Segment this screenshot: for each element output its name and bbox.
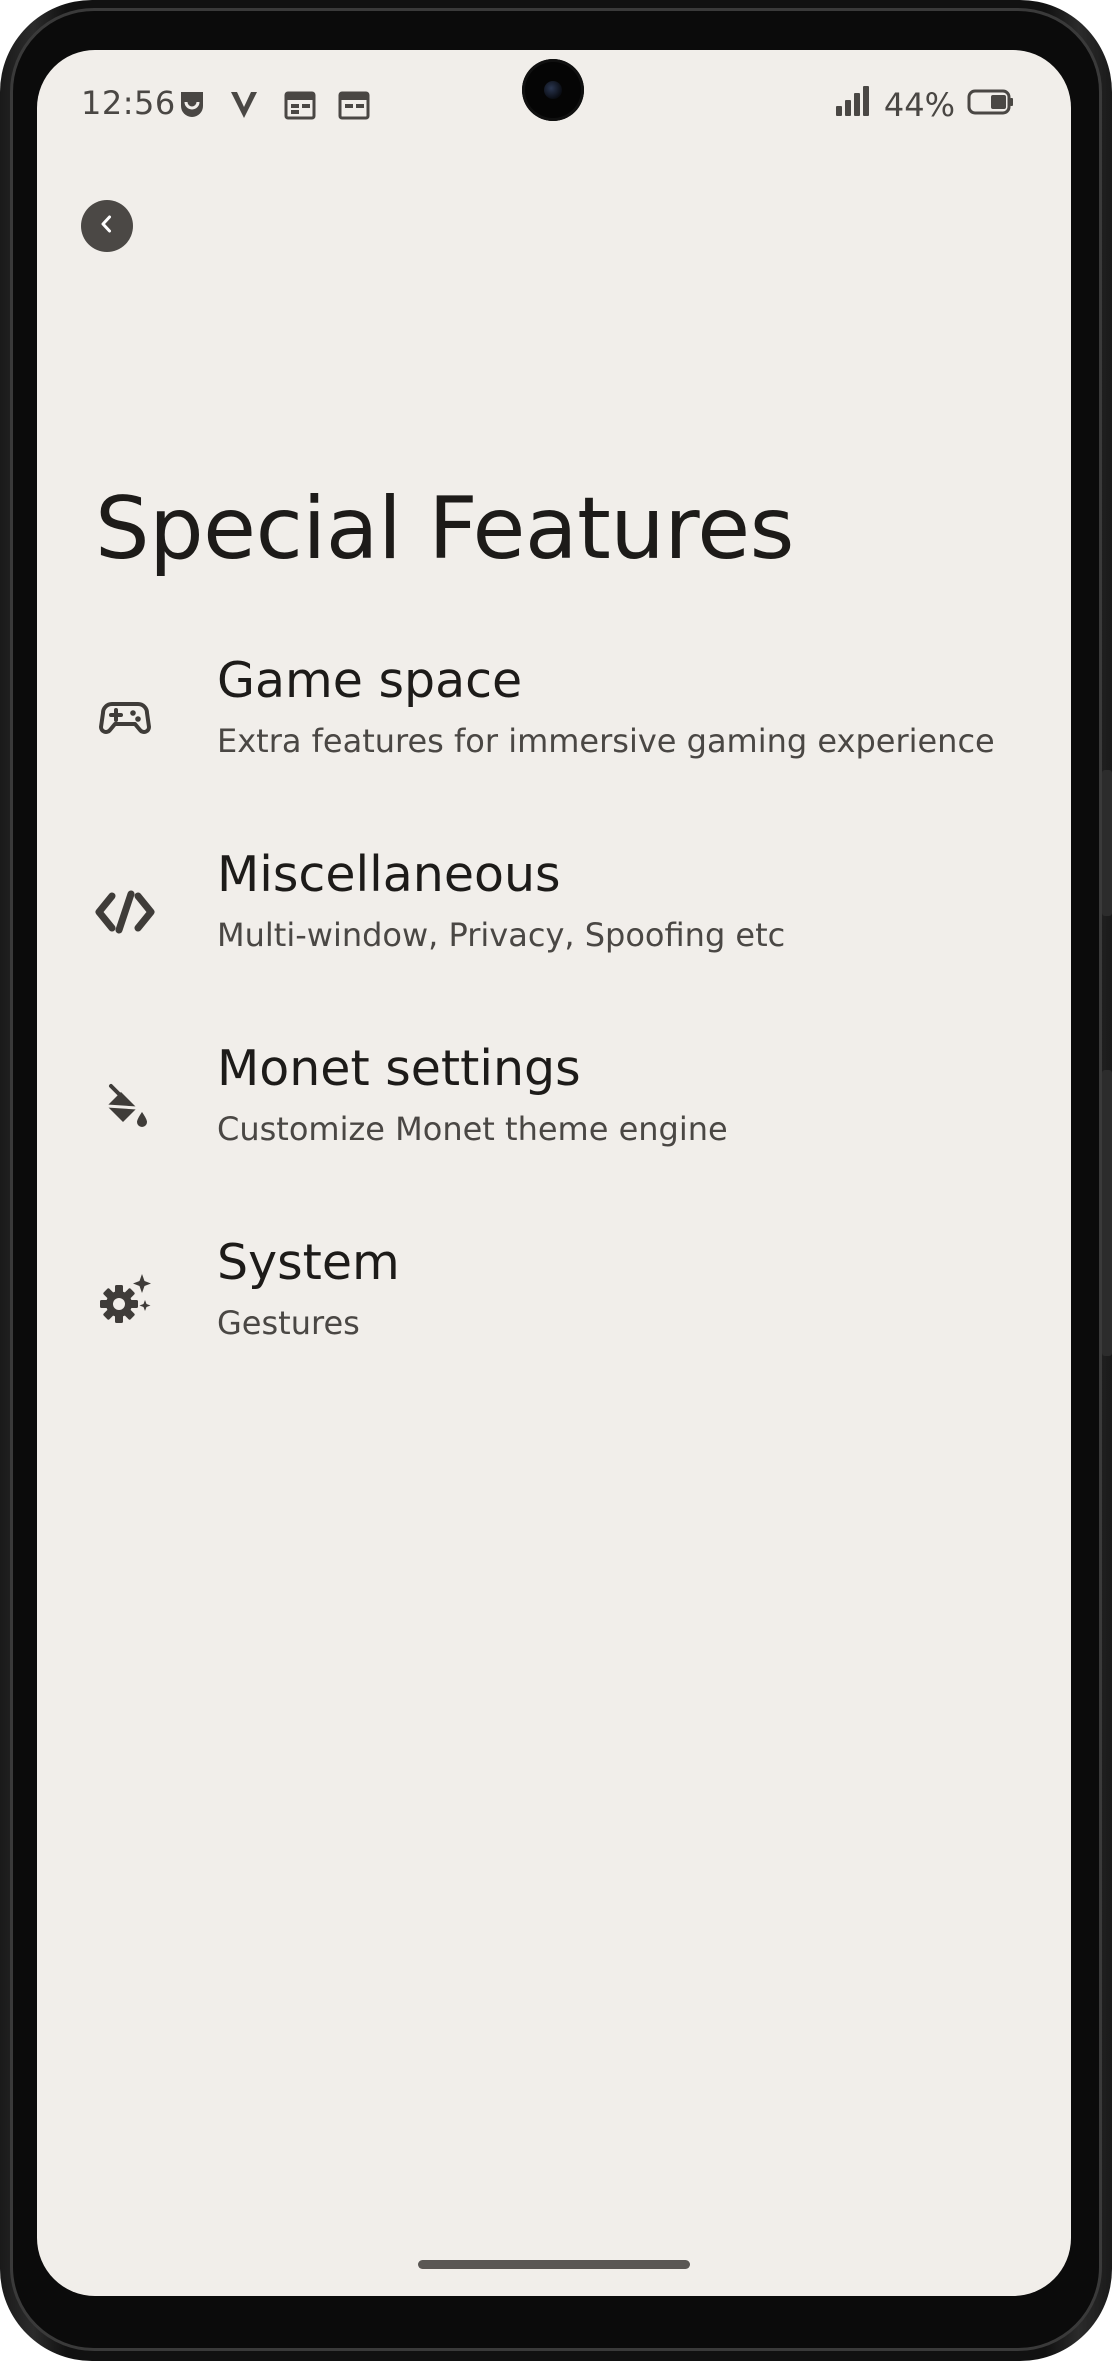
calendar-icon: [283, 88, 317, 122]
code-icon: [95, 882, 155, 942]
signal-icon: [834, 84, 872, 126]
status-bar: 12:56 44%: [37, 50, 1071, 160]
menu-item-subtitle: Extra features for immersive gaming expe…: [217, 722, 995, 760]
v-app-icon: [227, 88, 261, 122]
menu-item-subtitle: Customize Monet theme engine: [217, 1110, 728, 1148]
menu-item-monet-settings[interactable]: Monet settings Customize Monet theme eng…: [37, 1026, 1071, 1220]
battery-percent: 44%: [883, 86, 955, 124]
menu-item-subtitle: Gestures: [217, 1304, 360, 1342]
settings-list: Game space Extra features for immersive …: [37, 638, 1071, 1414]
phone-frame: 12:56 44% Special Features Game space Ex…: [0, 0, 1112, 2361]
paint-bucket-icon: [95, 1076, 155, 1136]
battery-icon: [967, 86, 1015, 124]
menu-item-miscellaneous[interactable]: Miscellaneous Multi-window, Privacy, Spo…: [37, 832, 1071, 1026]
status-time: 12:56: [81, 84, 176, 122]
menu-item-system[interactable]: System Gestures: [37, 1220, 1071, 1414]
page-title: Special Features: [95, 479, 794, 579]
calendar-icon: [337, 88, 371, 122]
back-button[interactable]: [81, 200, 133, 252]
front-camera: [522, 59, 584, 121]
menu-item-title: Miscellaneous: [217, 846, 561, 903]
menu-item-title: System: [217, 1234, 400, 1291]
gamepad-icon: [95, 688, 155, 748]
menu-item-title: Game space: [217, 652, 523, 709]
gesture-nav-handle[interactable]: [418, 2260, 690, 2269]
notification-app-icon: [175, 88, 209, 122]
screen: 12:56 44% Special Features Game space Ex…: [37, 50, 1071, 2296]
menu-item-game-space[interactable]: Game space Extra features for immersive …: [37, 638, 1071, 832]
menu-item-title: Monet settings: [217, 1040, 581, 1097]
menu-item-subtitle: Multi-window, Privacy, Spoofing etc: [217, 916, 786, 954]
power-button: [1102, 1070, 1112, 1356]
status-right-group: 44%: [834, 84, 1015, 126]
sparkle-gear-icon: [95, 1270, 155, 1330]
volume-button: [1102, 770, 1112, 916]
chevron-left-icon: [96, 213, 118, 239]
